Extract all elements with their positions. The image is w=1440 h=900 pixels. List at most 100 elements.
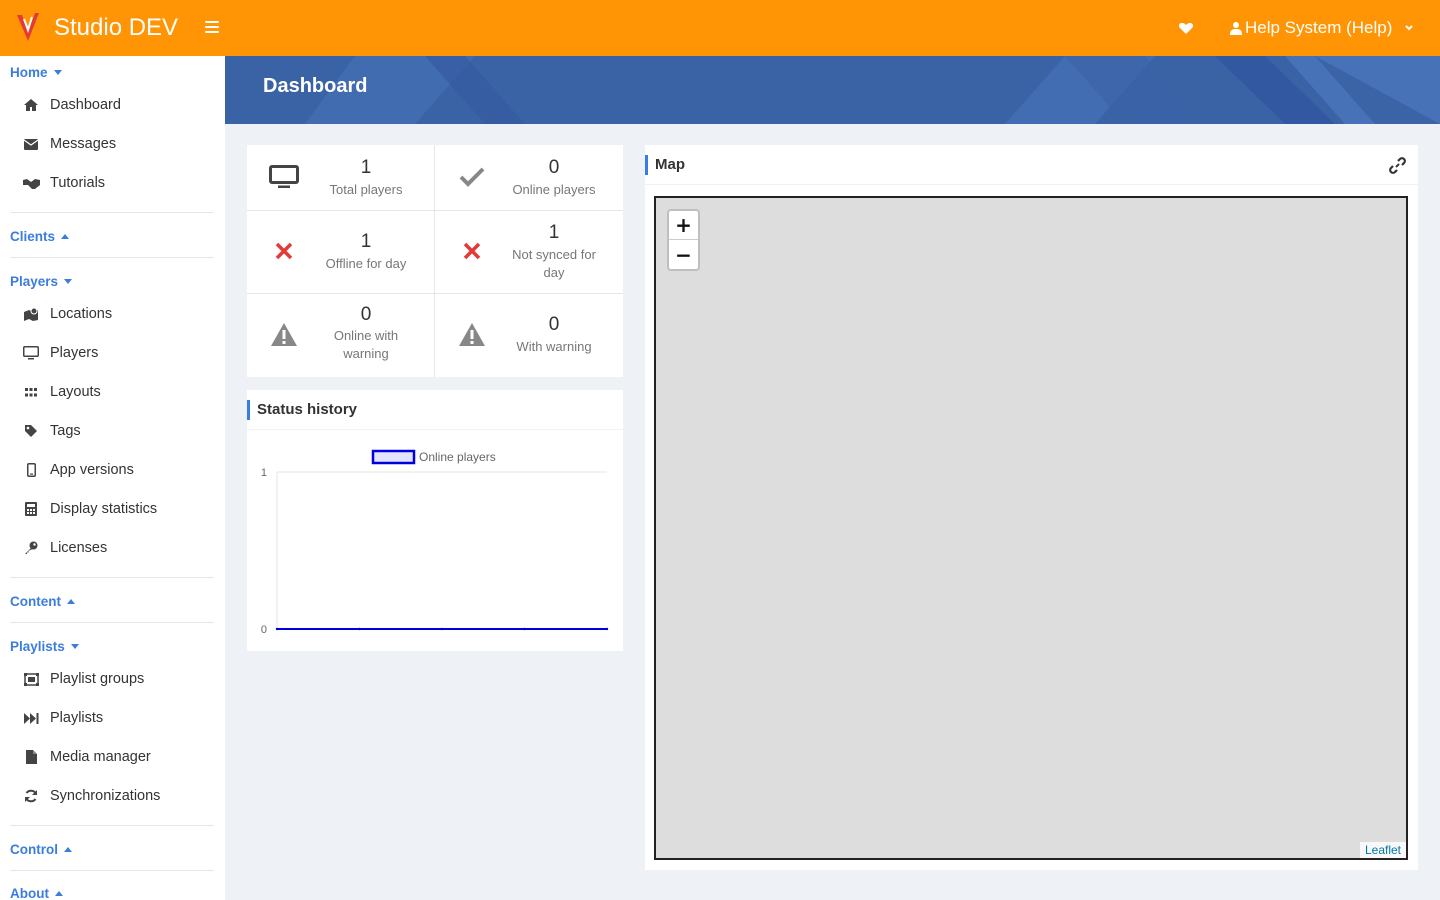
sidebar-item-layouts[interactable]: Layouts xyxy=(22,384,101,400)
stat-label: Offline for day xyxy=(325,256,407,271)
sync-icon xyxy=(22,788,40,804)
card-title: Map xyxy=(655,156,685,173)
sidebar-section-home[interactable]: Home xyxy=(10,65,62,80)
sidebar-item-label: Dashboard xyxy=(50,97,121,113)
app-logo[interactable] xyxy=(14,11,42,45)
sidebar-section-content[interactable]: Content xyxy=(10,594,75,609)
sidebar-item-label: Licenses xyxy=(50,540,108,556)
sidebar-item-label: Playlists xyxy=(50,710,104,726)
caret-down-icon xyxy=(70,644,79,649)
stat-not-synced-for-day[interactable]: 1 Not synced for day xyxy=(435,211,623,293)
sidebar-section-label: Home xyxy=(10,65,48,80)
sidebar-divider xyxy=(10,212,214,213)
sidebar-divider xyxy=(10,577,214,578)
status-history-chart[interactable]: 0 1 Online players xyxy=(247,430,623,651)
caret-down-icon xyxy=(53,70,62,75)
stat-value: 0 xyxy=(548,314,560,335)
stat-with-warning[interactable]: 0 With warning xyxy=(435,294,623,377)
sidebar-item-label: Layouts xyxy=(50,384,101,400)
sidebar-item-messages[interactable]: Messages xyxy=(22,136,116,152)
stat-online-players[interactable]: 0 Online players xyxy=(435,145,623,210)
sidebar-divider xyxy=(10,257,214,258)
sidebar-item-playlists[interactable]: Playlists xyxy=(22,710,103,726)
sidebar-section-players[interactable]: Players xyxy=(10,274,73,289)
stat-offline-for-day[interactable]: 1 Offline for day xyxy=(247,211,435,293)
envelope-icon xyxy=(22,136,40,152)
user-icon xyxy=(1230,22,1242,35)
check-icon xyxy=(457,162,487,192)
sidebar-item-tutorials[interactable]: Tutorials xyxy=(22,175,105,191)
file-icon xyxy=(22,749,40,765)
sidebar-item-app-versions[interactable]: App versions xyxy=(22,462,134,478)
data-point xyxy=(275,627,279,631)
caret-up-icon xyxy=(67,599,75,604)
map-attribution-link[interactable]: Leaflet xyxy=(1359,842,1406,858)
sidebar-item-players[interactable]: Players xyxy=(22,345,98,361)
heart-icon[interactable] xyxy=(1178,20,1194,36)
stat-label: Online with warning xyxy=(333,328,399,361)
zoom-in-button[interactable]: + xyxy=(669,211,698,240)
key-icon xyxy=(22,540,40,556)
stat-label: Online players xyxy=(512,182,596,197)
sidebar-item-label: Tags xyxy=(50,423,81,439)
x-icon xyxy=(269,236,299,266)
sidebar-item-label: Synchronizations xyxy=(50,788,161,804)
grid-icon xyxy=(22,384,40,400)
monitor-icon xyxy=(269,162,299,192)
monitor-icon xyxy=(22,345,40,361)
warning-icon xyxy=(457,319,487,349)
sidebar-item-display-statistics[interactable]: Display statistics xyxy=(22,501,157,517)
data-point xyxy=(605,627,609,631)
sidebar-item-label: Media manager xyxy=(50,749,151,765)
sidebar-item-tags[interactable]: Tags xyxy=(22,423,81,439)
card-title: Status history xyxy=(257,401,358,418)
caret-down-icon xyxy=(64,279,73,284)
sidebar-section-control[interactable]: Control xyxy=(10,842,72,857)
stat-total-players[interactable]: 1 Total players xyxy=(247,145,435,210)
sidebar-item-locations[interactable]: Locations xyxy=(22,306,112,322)
y-tick-label: 1 xyxy=(261,467,267,479)
app-title[interactable]: Studio DEV xyxy=(54,14,178,42)
top-bar: Studio DEV Help System (Help) xyxy=(0,0,1440,56)
stat-value: 1 xyxy=(360,231,372,252)
sidebar: Home Dashboard Messages Tutorials Client… xyxy=(0,56,225,900)
stat-value: 0 xyxy=(548,157,560,178)
caret-up-icon xyxy=(61,234,70,239)
zoom-out-button[interactable]: − xyxy=(669,240,698,269)
stat-value: 1 xyxy=(360,157,372,178)
fast-forward-icon xyxy=(22,710,40,726)
sidebar-item-label: App versions xyxy=(50,462,134,478)
sidebar-item-label: Players xyxy=(50,345,99,361)
data-point xyxy=(523,627,526,631)
data-point xyxy=(358,627,361,631)
mobile-icon xyxy=(22,462,40,478)
menu-toggle-icon[interactable] xyxy=(205,18,225,38)
sidebar-section-playlists[interactable]: Playlists xyxy=(10,639,79,654)
sidebar-section-clients[interactable]: Clients xyxy=(10,229,70,244)
sidebar-section-label: Clients xyxy=(10,229,56,244)
sidebar-item-dashboard[interactable]: Dashboard xyxy=(22,97,121,113)
sidebar-section-about[interactable]: About xyxy=(10,886,63,900)
zoom-control: + − xyxy=(667,209,700,271)
sidebar-item-playlist-groups[interactable]: Playlist groups xyxy=(22,671,144,687)
sidebar-item-synchronizations[interactable]: Synchronizations xyxy=(22,788,160,804)
sidebar-divider xyxy=(10,622,214,623)
home-icon xyxy=(22,97,40,113)
chevron-down-icon xyxy=(1405,25,1414,31)
user-name: Help System (Help) xyxy=(1245,18,1393,37)
stat-value: 0 xyxy=(360,304,372,325)
sidebar-item-media-manager[interactable]: Media manager xyxy=(22,749,151,765)
stat-online-with-warning[interactable]: 0 Online with warning xyxy=(247,294,435,377)
map-view[interactable]: + − Leaflet xyxy=(654,196,1408,860)
user-menu[interactable]: Help System (Help) xyxy=(1230,18,1414,38)
sidebar-item-licenses[interactable]: Licenses xyxy=(22,540,107,556)
legend-label: Online players xyxy=(419,450,496,464)
caret-up-icon xyxy=(64,847,72,852)
warning-icon xyxy=(269,319,299,349)
caret-up-icon xyxy=(54,891,63,896)
card-accent-bar xyxy=(247,399,250,420)
sidebar-item-label: Tutorials xyxy=(50,175,106,191)
sidebar-section-label: Content xyxy=(10,594,61,609)
link-icon[interactable] xyxy=(1389,157,1406,174)
status-history-card: Status history 0 1 Online players xyxy=(247,390,623,651)
